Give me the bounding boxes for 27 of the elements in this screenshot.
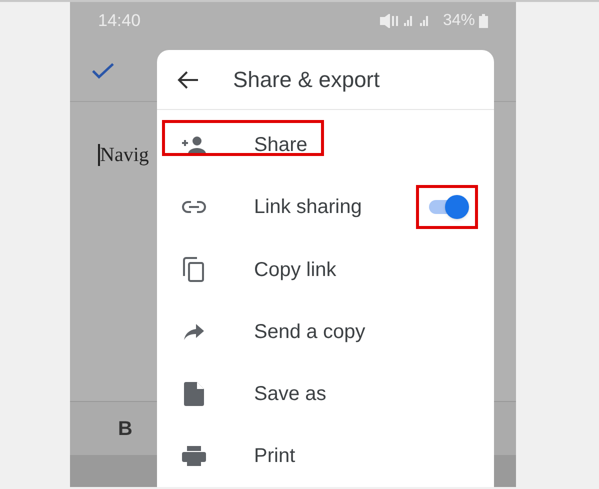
menu-title: Share & export bbox=[233, 66, 380, 94]
menu-item-label: Print bbox=[254, 444, 296, 469]
file-icon bbox=[184, 382, 204, 406]
menu-item[interactable]: Link sharing bbox=[157, 176, 494, 238]
menu-item-label: Copy link bbox=[254, 258, 338, 283]
add-person-icon bbox=[180, 135, 208, 156]
menu-item[interactable]: Print bbox=[157, 424, 494, 487]
link-icon bbox=[182, 200, 206, 214]
menu-item-label: Save as bbox=[254, 382, 328, 407]
battery-level: 34% bbox=[442, 11, 475, 31]
clock-time: 14:40 bbox=[98, 10, 141, 32]
menu-item[interactable]: Save as bbox=[157, 362, 494, 425]
battery-icon bbox=[479, 14, 488, 28]
menu-item-label: Share bbox=[254, 133, 308, 158]
document-text: Navig bbox=[98, 144, 149, 166]
menu-item[interactable]: Share bbox=[157, 114, 494, 176]
back-arrow-icon[interactable] bbox=[177, 70, 199, 89]
bold-button[interactable]: B bbox=[118, 414, 132, 444]
copy-icon bbox=[183, 256, 205, 283]
forward-arrow-icon bbox=[183, 322, 205, 341]
menu-item[interactable]: Send a copy bbox=[157, 300, 494, 363]
menu-item-label: Send a copy bbox=[254, 320, 366, 345]
menu-item[interactable]: Copy link bbox=[157, 238, 494, 301]
toggle-switch[interactable] bbox=[416, 185, 478, 230]
checkmark-icon[interactable] bbox=[92, 62, 114, 78]
menu-item-label: Link sharing bbox=[254, 195, 363, 220]
printer-icon bbox=[182, 446, 206, 466]
